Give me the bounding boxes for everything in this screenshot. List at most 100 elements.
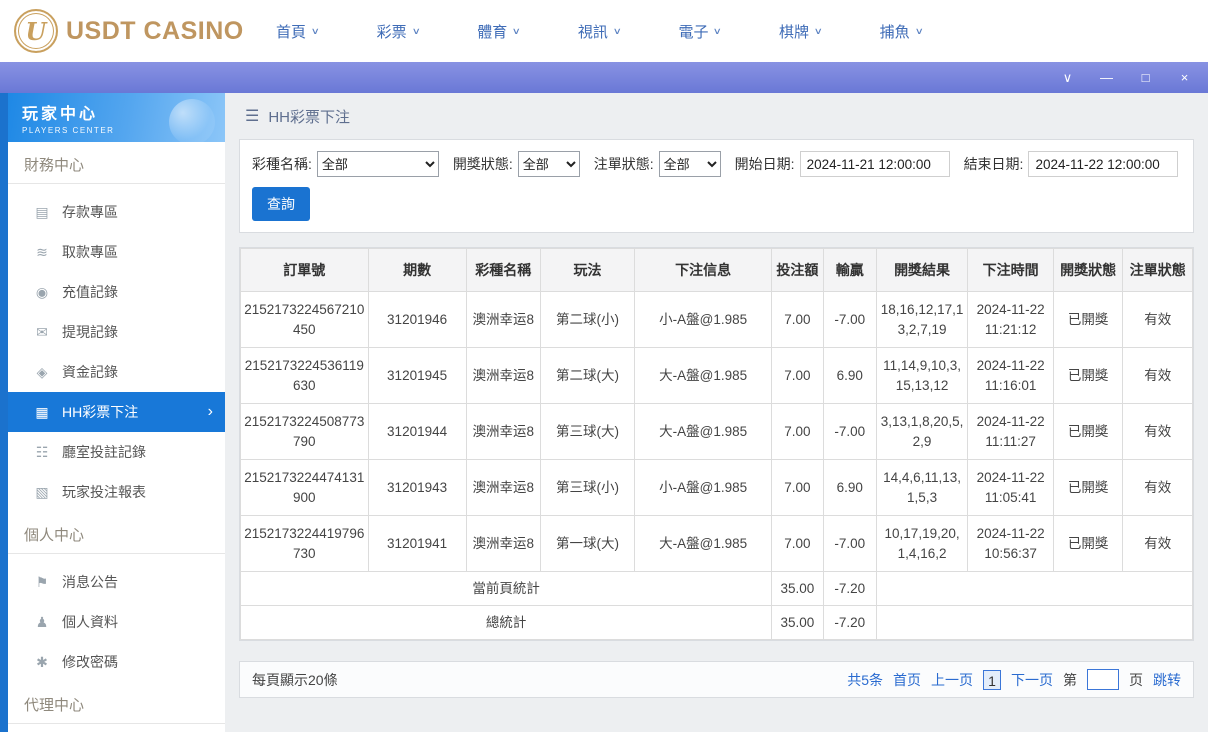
- lottery-name-select[interactable]: 全部: [316, 151, 439, 177]
- nav-label: 體育: [477, 23, 508, 41]
- start-date-input[interactable]: [799, 151, 950, 177]
- col-result: 開獎結果: [875, 248, 969, 292]
- sidebar-item-deposit[interactable]: ▤ 存款專區: [8, 192, 225, 232]
- draw-status-label: 開獎狀態:: [452, 156, 513, 172]
- logo[interactable]: U USDT CASINO: [0, 9, 258, 53]
- next-page-link[interactable]: 下一页: [1011, 670, 1053, 690]
- sidebar-item-announcements[interactable]: ⚑ 消息公告: [8, 562, 225, 602]
- sidebar-section-finance[interactable]: 財務中心: [8, 142, 225, 184]
- start-date-label: 開始日期:: [734, 156, 795, 172]
- window-minimize-icon[interactable]: —: [1099, 71, 1114, 84]
- main-nav: 首頁 ∨ 彩票 ∨ 體育 ∨ 視訊 ∨ 電子 ∨ 棋牌 ∨ 捕魚 ∨: [276, 21, 924, 42]
- sidebar-item-profile[interactable]: ♟ 個人資料: [8, 602, 225, 642]
- nav-item-sports[interactable]: 體育 ∨: [477, 21, 521, 42]
- menu-icon[interactable]: ☰: [245, 106, 259, 126]
- jump-button[interactable]: 跳转: [1153, 670, 1181, 690]
- sidebar-item-withdraw[interactable]: ≋ 取款專區: [8, 232, 225, 272]
- nav-label: 視訊: [577, 23, 608, 41]
- draw-status-select[interactable]: 全部: [517, 151, 580, 177]
- funds-record-icon: ◈: [36, 363, 48, 380]
- window-collapse-icon[interactable]: ∨: [1060, 71, 1075, 84]
- cell-period: 31201941: [367, 515, 467, 572]
- sidebar-item-label: 取款專區: [62, 244, 118, 260]
- nav-item-fishing[interactable]: 捕魚 ∨: [879, 21, 924, 42]
- end-date-label: 結束日期:: [963, 156, 1024, 172]
- page-summary-row: 當前頁統計 35.00 -7.20: [239, 571, 1194, 606]
- hall-record-icon: ☷: [35, 443, 49, 460]
- report-icon: ▧: [35, 483, 49, 500]
- order-status-select[interactable]: 全部: [658, 151, 721, 177]
- per-page-label: 每頁顯示20條: [252, 671, 338, 688]
- page-title: HH彩票下注: [268, 108, 351, 126]
- summary-label: 當前頁統計: [239, 571, 773, 606]
- cell-time: 2024-11-22 11:05:41: [967, 459, 1054, 516]
- cell-play: 第二球(大): [539, 347, 636, 404]
- password-icon: ✱: [36, 653, 48, 670]
- prev-page-link[interactable]: 上一页: [931, 670, 973, 690]
- jump-page-input[interactable]: [1087, 669, 1119, 690]
- sidebar-header: 玩家中心 PLAYERS CENTER: [8, 93, 225, 142]
- sidebar-item-change-password[interactable]: ✱ 修改密碼: [8, 642, 225, 682]
- cell-period: 31201946: [367, 291, 467, 348]
- sidebar-subtitle: PLAYERS CENTER: [22, 126, 115, 135]
- cell-info: 小-A盤@1.985: [634, 459, 773, 516]
- logo-text: USDT CASINO: [66, 16, 244, 45]
- nav-item-live[interactable]: 視訊 ∨: [577, 21, 622, 42]
- cell-order: 2152173224419796730: [240, 515, 369, 572]
- caret-down-icon: ∨: [914, 25, 924, 36]
- cell-draw-status: 已開獎: [1052, 515, 1124, 572]
- nav-item-slots[interactable]: 電子 ∨: [678, 21, 723, 42]
- cell-winloss: 6.90: [822, 347, 877, 404]
- sidebar-item-player-bet-report[interactable]: ▧ 玩家投注報表: [8, 472, 225, 512]
- sidebar-section-personal[interactable]: 個人中心: [8, 512, 225, 554]
- cell-period: 31201944: [367, 403, 467, 460]
- sidebar-item-cashout-record[interactable]: ✉ 提現記錄: [8, 312, 225, 352]
- table-row: 2152173224508773790 31201944 澳洲幸运8 第三球(大…: [240, 403, 1193, 460]
- cell-time: 2024-11-22 11:16:01: [967, 347, 1054, 404]
- caret-down-icon: ∨: [612, 25, 622, 36]
- cell-time: 2024-11-22 10:56:37: [967, 515, 1054, 572]
- cell-lottery: 澳洲幸运8: [465, 291, 541, 348]
- summary-winloss: -7.20: [822, 605, 877, 640]
- caret-down-icon: ∨: [713, 25, 723, 36]
- window-close-icon[interactable]: ×: [1177, 71, 1192, 84]
- nav-item-lottery[interactable]: 彩票 ∨: [377, 21, 421, 42]
- nav-label: 棋牌: [779, 23, 810, 41]
- cell-order-status: 有效: [1122, 291, 1193, 348]
- sidebar-item-hall-bet-record[interactable]: ☷ 廳室投註記錄: [8, 432, 225, 472]
- col-winloss: 輸贏: [822, 248, 877, 292]
- search-button[interactable]: 查詢: [252, 187, 310, 221]
- cell-play: 第三球(大): [539, 403, 636, 460]
- nav-item-boardgames[interactable]: 棋牌 ∨: [779, 21, 823, 42]
- nav-item-home[interactable]: 首頁 ∨: [276, 21, 320, 42]
- cell-result: 10,17,19,20,1,4,16,2: [875, 515, 969, 572]
- cell-draw-status: 已開獎: [1052, 347, 1124, 404]
- current-page-badge[interactable]: 1: [983, 669, 1001, 690]
- table-row: 2152173224536119630 31201945 澳洲幸运8 第二球(大…: [240, 347, 1193, 404]
- sidebar-item-funds-record[interactable]: ◈ 資金記錄: [8, 352, 225, 392]
- jump-prefix-label: 第: [1063, 671, 1077, 688]
- cell-time: 2024-11-22 11:21:12: [967, 291, 1054, 348]
- filter-panel: 彩種名稱: 全部 開獎狀態: 全部 注單狀態: 全部 開始日期: 結束日期: 查…: [239, 139, 1194, 233]
- first-page-link[interactable]: 首页: [893, 670, 921, 690]
- nav-label: 電子: [678, 23, 709, 41]
- cell-time: 2024-11-22 11:11:27: [967, 403, 1054, 460]
- nav-label: 捕魚: [879, 23, 910, 41]
- sidebar-item-label: 個人資料: [62, 614, 118, 630]
- sidebar-item-label: 提現記錄: [62, 324, 118, 340]
- cell-order-status: 有效: [1122, 515, 1193, 572]
- sidebar-item-recharge-record[interactable]: ◉ 充值記錄: [8, 272, 225, 312]
- cell-order-status: 有效: [1122, 459, 1193, 516]
- lottery-bet-icon: ▦: [35, 403, 49, 420]
- window-maximize-icon[interactable]: □: [1138, 71, 1153, 84]
- sidebar-item-label: 廳室投註記錄: [62, 444, 146, 460]
- cell-draw-status: 已開獎: [1052, 403, 1124, 460]
- sidebar-item-hh-lottery-bets[interactable]: ▦ HH彩票下注 ›: [8, 392, 225, 432]
- cell-bet: 7.00: [771, 291, 824, 348]
- sidebar-section-agent[interactable]: 代理中心: [8, 682, 225, 724]
- table-row: 2152173224567210450 31201946 澳洲幸运8 第二球(小…: [240, 291, 1193, 348]
- end-date-input[interactable]: [1028, 151, 1179, 177]
- cell-info: 小-A盤@1.985: [634, 291, 773, 348]
- table-row: 2152173224419796730 31201941 澳洲幸运8 第一球(大…: [240, 515, 1193, 572]
- col-order: 訂單號: [240, 248, 369, 292]
